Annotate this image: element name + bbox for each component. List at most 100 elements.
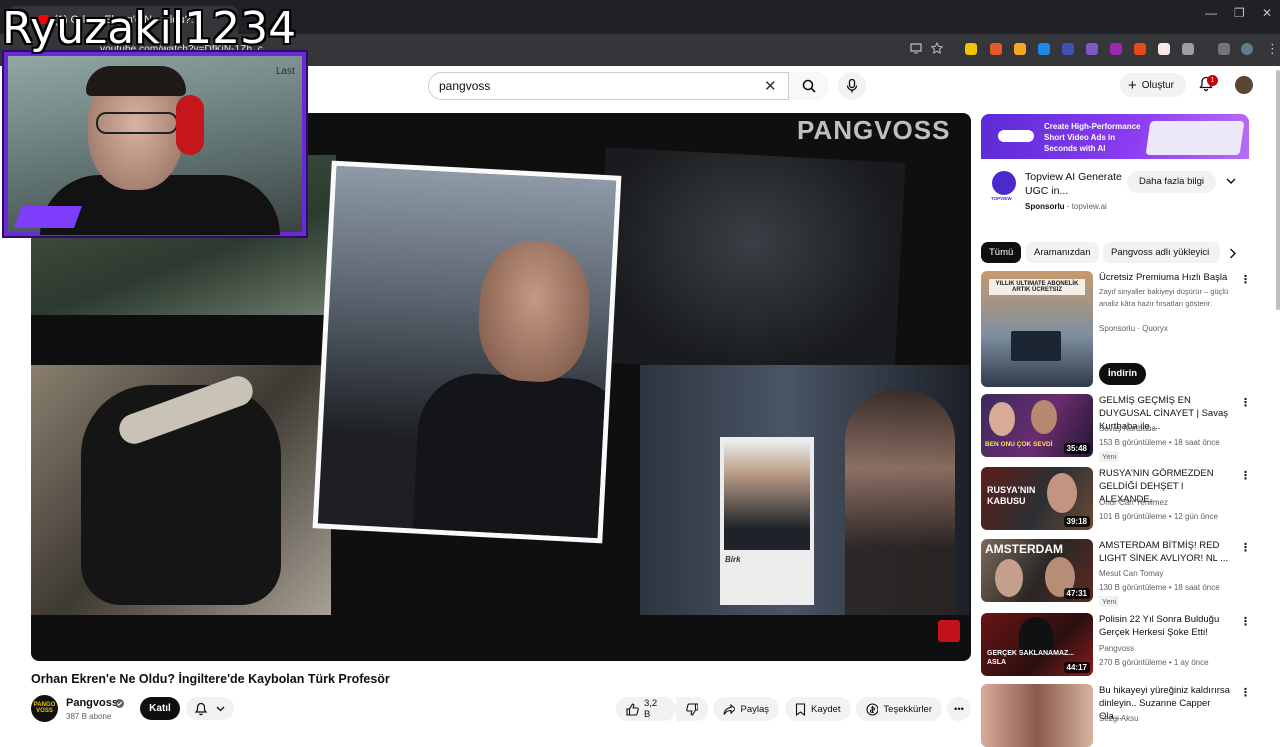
share-button[interactable]: Paylaş xyxy=(713,697,779,721)
ad-learn-more-button[interactable]: Daha fazla bilgi xyxy=(1127,171,1216,193)
webcam-person-hair xyxy=(86,66,186,96)
install-app-icon[interactable] xyxy=(910,42,922,54)
minimize-icon[interactable]: — xyxy=(1205,6,1217,20)
more-vertical-icon[interactable]: ⋮ xyxy=(1240,615,1251,628)
topview-logo-icon xyxy=(992,171,1016,195)
headset-icon xyxy=(176,95,204,155)
subscription-bell-button[interactable] xyxy=(186,697,234,720)
browser-menu-icon[interactable]: ⋮ xyxy=(1266,41,1279,57)
rec-thumbnail[interactable]: GERÇEK SAKLANAMAZ... ASLA 44:17 xyxy=(981,613,1093,676)
id-card: Birk xyxy=(720,437,814,605)
rec-thumbnail[interactable]: AMSTERDAM 47:31 xyxy=(981,539,1093,602)
extensions-puzzle-icon[interactable] xyxy=(1182,43,1194,55)
page-scrollbar[interactable] xyxy=(1276,70,1280,310)
maximize-icon[interactable]: ❐ xyxy=(1234,6,1245,20)
rec-description: Zayıf sinyaller bakiyeyi düşürür – güçlü… xyxy=(1099,287,1229,308)
rec-thumb-face xyxy=(1047,473,1077,513)
extension-icon[interactable] xyxy=(1038,43,1050,55)
rec-duration: 44:17 xyxy=(1063,662,1090,673)
rec-views: 270 B görüntüleme • 1 ay önce xyxy=(1099,658,1209,667)
search-button[interactable] xyxy=(788,72,828,100)
rec-thumbnail-text: BEN ONU ÇOK SEVDİ xyxy=(985,441,1053,448)
channel-avatar[interactable]: PANGO VOSS xyxy=(31,695,58,722)
clear-search-icon[interactable]: ✕ xyxy=(764,77,777,95)
rec-title[interactable]: Ücretsiz Premiuma Hızlı Başla xyxy=(1099,271,1234,284)
more-vertical-icon[interactable]: ⋮ xyxy=(1240,686,1251,699)
join-button[interactable]: Katıl xyxy=(140,697,180,720)
close-window-icon[interactable]: ✕ xyxy=(1262,6,1272,20)
media-control-icon[interactable] xyxy=(1218,43,1230,55)
rec-thumb-face xyxy=(995,559,1023,597)
extension-icon[interactable] xyxy=(1086,43,1098,55)
chip-all[interactable]: Tümü xyxy=(981,242,1022,263)
thanks-button[interactable]: Teşekkürler xyxy=(856,697,942,721)
more-vertical-icon[interactable]: ⋮ xyxy=(1240,273,1251,286)
profile-icon[interactable] xyxy=(1241,43,1253,55)
like-button[interactable]: 3,2 B xyxy=(616,697,676,721)
more-actions-button[interactable]: ••• xyxy=(947,697,971,721)
woman-figure xyxy=(845,390,955,615)
rec-thumb-face xyxy=(989,402,1015,436)
rec-thumbnail[interactable]: RUSYA'NIN KABUSU 39:18 xyxy=(981,467,1093,530)
bell-icon xyxy=(194,702,208,716)
bookmark-star-icon[interactable] xyxy=(931,42,943,54)
super-thanks-icon xyxy=(866,702,879,716)
rec-title[interactable]: AMSTERDAM BİTMİŞ! RED LIGHT SİNEK AVLIYO… xyxy=(1099,539,1234,565)
ad-banner-text: Create High-Performance Short Video Ads … xyxy=(1044,122,1141,153)
rec-channel: Mesut Can Tomay xyxy=(1099,569,1164,578)
rec-channel: Pangvoss xyxy=(1099,644,1135,653)
like-count: 3,2 B xyxy=(643,698,658,720)
search-icon xyxy=(802,79,816,93)
chevron-right-icon[interactable] xyxy=(1229,248,1237,259)
extension-icon[interactable] xyxy=(1062,43,1074,55)
rec-views: 101 B görüntüleme • 12 gün önce xyxy=(1099,512,1218,521)
thumbnail-photo-jacket xyxy=(594,147,906,378)
rec-thumbnail[interactable] xyxy=(981,684,1093,747)
rec-thumbnail[interactable]: YILLIK ULTIMATE ABONELİK ARTIK ÜCRETSİZ xyxy=(981,271,1093,387)
thanks-label: Teşekkürler xyxy=(883,703,932,715)
channel-watermark-icon[interactable] xyxy=(938,620,960,642)
channel-name[interactable]: Pangvoss xyxy=(66,697,118,709)
rec-duration: 35:48 xyxy=(1063,443,1090,454)
voice-search-button[interactable] xyxy=(838,72,866,100)
save-button[interactable]: Kaydet xyxy=(785,697,851,721)
more-vertical-icon[interactable]: ⋮ xyxy=(1240,469,1251,482)
rec-duration: 47:31 xyxy=(1063,588,1090,599)
laptop-shape xyxy=(1011,331,1061,361)
ad-title[interactable]: Topview AI Generate UGC in... xyxy=(1025,170,1125,198)
rec-title[interactable]: Polisin 22 Yıl Sonra Bulduğu Gerçek Herk… xyxy=(1099,613,1234,639)
more-vertical-icon[interactable]: ⋮ xyxy=(1240,396,1251,409)
more-horizontal-icon: ••• xyxy=(954,703,964,715)
dislike-button[interactable] xyxy=(676,697,708,721)
more-vertical-icon[interactable]: ⋮ xyxy=(1240,541,1251,554)
rec-new-badge: Yeni xyxy=(1099,596,1120,607)
create-label: Oluştur xyxy=(1141,79,1174,91)
chip-from-search[interactable]: Aramanızdan xyxy=(1026,242,1099,263)
rec-thumbnail[interactable]: BEN ONU ÇOK SEVDİ 35:48 xyxy=(981,394,1093,457)
professor-jacket xyxy=(411,370,622,544)
thumbnail-photo-backpack xyxy=(31,365,331,615)
chip-by-uploader[interactable]: Pangvoss adlı yükleyici xyxy=(1103,242,1220,263)
stream-overlay: Last Ryuzakil1234 xyxy=(0,0,310,240)
thumbs-up-icon xyxy=(626,702,639,716)
extension-icon[interactable] xyxy=(965,43,977,55)
chevron-down-icon[interactable] xyxy=(1226,178,1236,185)
create-button[interactable]: + Oluştur xyxy=(1120,73,1186,97)
video-brand-overlay: PANGVOSS xyxy=(797,115,951,145)
extension-icon[interactable] xyxy=(990,43,1002,55)
rec-thumbnail-text: AMSTERDAM xyxy=(985,542,1063,556)
rec-thumb-face xyxy=(1031,400,1057,434)
ad-sponsor-line: Sponsorlu · topview.ai xyxy=(1025,202,1107,211)
silhouette-shape xyxy=(1019,617,1053,653)
extension-icon[interactable] xyxy=(1134,43,1146,55)
webcam-last-label: Last xyxy=(276,66,295,77)
install-button[interactable]: İndirin xyxy=(1099,363,1146,385)
extension-icon[interactable] xyxy=(1110,43,1122,55)
account-avatar[interactable] xyxy=(1235,76,1253,94)
extension-icon[interactable] xyxy=(1014,43,1026,55)
ad-banner-button-shape xyxy=(998,130,1034,142)
extension-icon[interactable] xyxy=(1158,43,1170,55)
id-card-photo xyxy=(724,442,810,550)
id-card-text: Birk xyxy=(725,555,741,564)
bookmark-icon xyxy=(795,702,806,716)
